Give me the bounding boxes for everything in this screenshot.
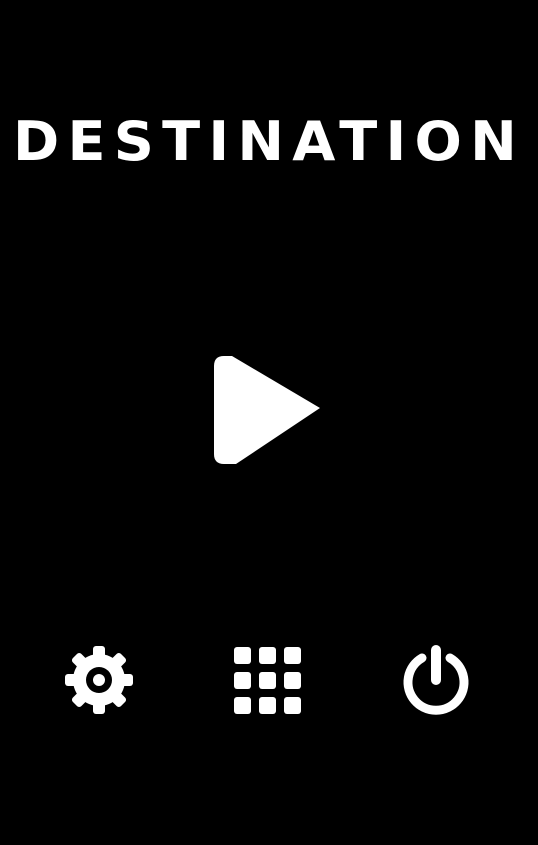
- power-icon: [403, 645, 469, 715]
- settings-button[interactable]: [63, 644, 135, 716]
- grid-icon: [234, 647, 301, 714]
- game-title-logotype: DESTINATION: [13, 110, 525, 172]
- gear-icon: [65, 646, 133, 714]
- play-icon: [214, 356, 320, 464]
- level-select-button[interactable]: [231, 644, 303, 716]
- svg-text:DESTINATION: DESTINATION: [13, 110, 525, 172]
- game-title: DESTINATION: [0, 108, 538, 172]
- quit-button[interactable]: [400, 644, 472, 716]
- play-button[interactable]: [210, 352, 326, 468]
